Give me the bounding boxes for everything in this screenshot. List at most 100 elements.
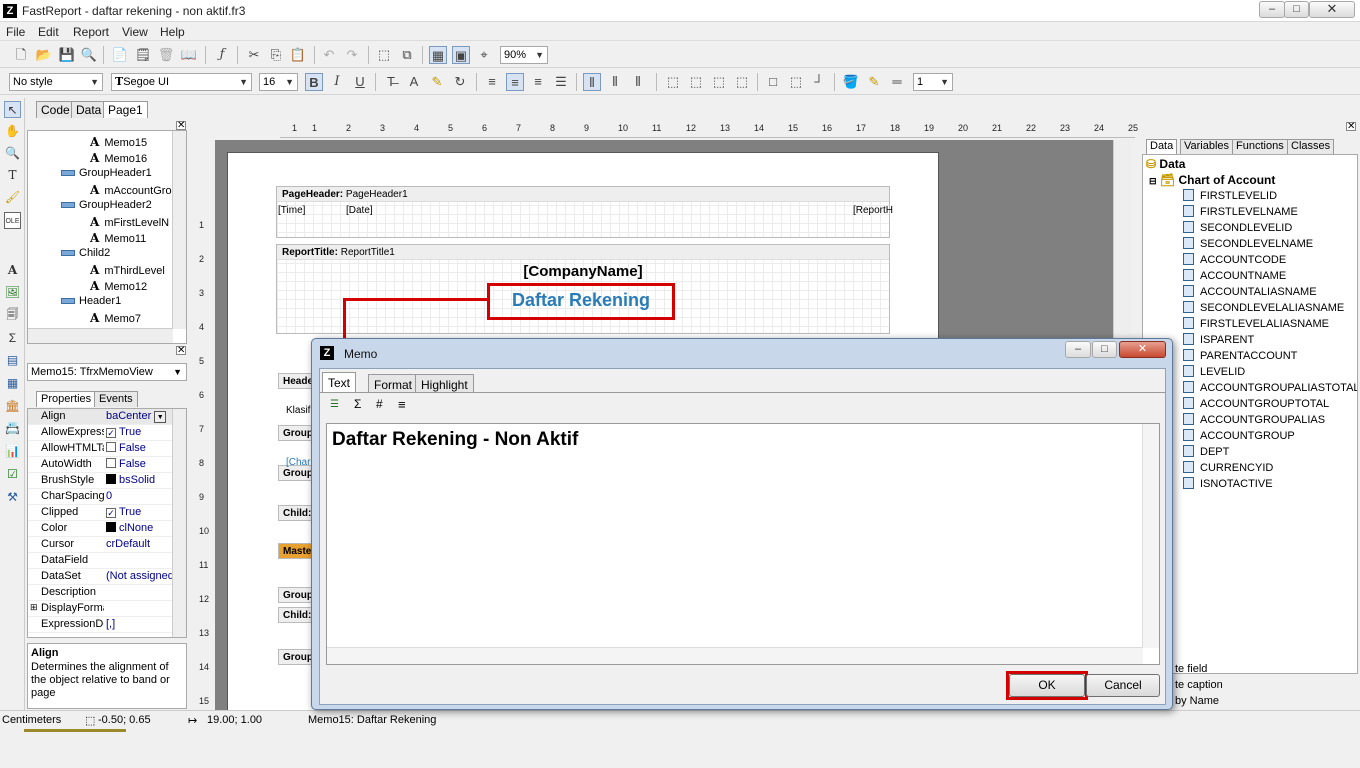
tree-node[interactable]: Child2: [61, 247, 110, 259]
save-icon[interactable]: 💾: [58, 46, 76, 64]
memo-minimize-icon[interactable]: –: [1065, 341, 1091, 358]
memo-tab-format[interactable]: Format: [368, 374, 419, 392]
minimize-icon[interactable]: –: [1259, 1, 1285, 18]
band-field[interactable]: [Char: [286, 457, 310, 468]
rich-text-icon[interactable]: 📇: [4, 420, 21, 437]
tree-node[interactable]: A Memo7: [90, 311, 141, 325]
word-wrap-icon[interactable]: ≡: [398, 397, 406, 412]
text-tool-icon[interactable]: T: [4, 167, 21, 184]
tab-classes[interactable]: Classes: [1287, 139, 1335, 154]
delete-page-icon[interactable]: 🗑: [157, 46, 175, 64]
collapse-icon[interactable]: ⊟: [1149, 176, 1157, 186]
frame-none-icon[interactable]: ⬚: [787, 73, 805, 91]
fit-to-grid-icon[interactable]: ⌖: [475, 46, 493, 64]
function-icon[interactable]: ƒ: [213, 46, 231, 64]
report-title-memo[interactable]: Daftar Rekening: [487, 283, 675, 320]
report-header-field[interactable]: [ReportH: [853, 205, 893, 216]
property-row[interactable]: Align baCenter ▼: [28, 409, 173, 425]
property-row[interactable]: BrushStyle bsSolid: [28, 473, 173, 489]
menu-help[interactable]: Help: [160, 25, 185, 39]
tree-horizontal-scrollbar[interactable]: [28, 328, 173, 343]
data-root[interactable]: ⛁ Data: [1146, 157, 1185, 171]
property-row[interactable]: ExpressionDe [,]: [28, 617, 173, 633]
tree-node[interactable]: GroupHeader2: [61, 199, 152, 211]
data-field[interactable]: ACCOUNTCODE: [1183, 253, 1286, 266]
property-row[interactable]: Cursor crDefault: [28, 537, 173, 553]
data-field[interactable]: ISNOTACTIVE: [1183, 477, 1273, 490]
barcode-object-icon[interactable]: ⚒: [4, 489, 21, 506]
align-to-grid-icon[interactable]: ▣: [452, 46, 470, 64]
data-field[interactable]: FIRSTLEVELNAME: [1183, 205, 1298, 218]
data-field[interactable]: SECONDLEVELID: [1183, 221, 1292, 234]
show-grid-icon[interactable]: ▦: [429, 46, 447, 64]
time-field[interactable]: [Time]: [278, 205, 305, 216]
new-page-icon[interactable]: 📄: [111, 46, 129, 64]
subreport-icon[interactable]: 🗐: [4, 306, 21, 323]
align-center-icon[interactable]: ≡: [506, 73, 524, 91]
property-checkbox[interactable]: ✓: [106, 428, 116, 438]
tab-functions[interactable]: Functions: [1232, 139, 1288, 154]
property-row[interactable]: Description: [28, 585, 173, 601]
insert-format-icon[interactable]: #: [376, 397, 383, 411]
memo-text-content[interactable]: Daftar Rekening - Non Aktif: [332, 429, 578, 451]
close-tree-icon[interactable]: ✕: [176, 121, 186, 131]
property-row[interactable]: Color clNone: [28, 521, 173, 537]
property-row[interactable]: ⊞ DisplayForma: [28, 601, 173, 617]
option-create-field[interactable]: te field: [1175, 663, 1207, 675]
chart-object-icon[interactable]: 🏛: [4, 398, 21, 415]
menu-report[interactable]: Report: [73, 25, 109, 39]
data-field[interactable]: ACCOUNTGROUPALIAS: [1183, 413, 1325, 426]
property-row[interactable]: DataSet (Not assigned: [28, 569, 174, 585]
data-field[interactable]: FIRSTLEVELALIASNAME: [1183, 317, 1329, 330]
tree-node[interactable]: A Memo15: [90, 135, 147, 149]
text-object-icon[interactable]: A: [4, 262, 21, 279]
tab-properties[interactable]: Properties: [36, 391, 97, 407]
zoom-combo[interactable]: 90% ▼: [500, 46, 548, 64]
tab-page1[interactable]: Page1: [103, 101, 148, 118]
property-row[interactable]: Clipped ✓ True: [28, 505, 173, 521]
frame-all-icon[interactable]: □: [764, 73, 782, 91]
tree-node[interactable]: GroupHeader1: [61, 167, 152, 179]
copy-icon[interactable]: ⎘: [267, 46, 285, 64]
bold-icon[interactable]: B: [305, 73, 323, 91]
align-middle-icon[interactable]: ⦀: [606, 73, 624, 91]
band-field[interactable]: Klasifi: [286, 405, 313, 416]
shadow-icon[interactable]: ┘: [810, 73, 828, 91]
menu-file[interactable]: File: [6, 25, 25, 39]
property-grid[interactable]: Align baCenter ▼ AllowExpress ✓ True AllowHTML…: [27, 408, 187, 638]
data-field[interactable]: FIRSTLEVELID: [1183, 189, 1277, 202]
close-inspector-icon[interactable]: ✕: [176, 346, 186, 356]
font-size-combo[interactable]: 16 ▼: [259, 73, 298, 91]
align-right-icon[interactable]: ≡: [529, 73, 547, 91]
property-row[interactable]: AllowExpress ✓ True: [28, 425, 173, 441]
page-settings-icon[interactable]: 📖: [180, 46, 198, 64]
tab-code[interactable]: Code: [36, 101, 75, 118]
close-data-tree-icon[interactable]: ✕: [1346, 122, 1356, 132]
option-create-caption[interactable]: te caption: [1175, 679, 1223, 691]
group-icon[interactable]: ⬚: [375, 46, 393, 64]
data-field[interactable]: SECONDLEVELNAME: [1183, 237, 1313, 250]
preview-icon[interactable]: 🔍: [80, 46, 98, 64]
table-object-icon[interactable]: ▦: [4, 375, 21, 392]
tree-node[interactable]: Header1: [61, 295, 121, 307]
property-row[interactable]: CharSpacing 0: [28, 489, 173, 505]
rotation-icon[interactable]: ↻: [451, 73, 469, 91]
data-field[interactable]: LEVELID: [1183, 365, 1245, 378]
properties-scrollbar[interactable]: [172, 409, 186, 637]
data-field[interactable]: DEPT: [1183, 445, 1229, 458]
object-selector[interactable]: Memo15: TfrxMemoView ▼: [27, 363, 187, 381]
align-top-icon[interactable]: ⦀: [583, 73, 601, 91]
date-field[interactable]: [Date]: [346, 205, 373, 216]
checkbox-object-icon[interactable]: ☑: [4, 466, 21, 483]
font-settings-icon[interactable]: T̶: [382, 73, 400, 91]
menu-edit[interactable]: Edit: [38, 25, 59, 39]
frame-bottom-icon[interactable]: ⬚: [687, 73, 705, 91]
tab-data[interactable]: Data: [71, 101, 107, 118]
frame-color-icon[interactable]: ✎: [865, 73, 883, 91]
property-checkbox[interactable]: ✓: [106, 508, 116, 518]
data-tree[interactable]: ⛁ Data ⊟ 🗃 Chart of Account FIRSTLEVELID…: [1142, 154, 1358, 674]
memo-horizontal-scrollbar[interactable]: [327, 647, 1143, 664]
memo-vertical-scrollbar[interactable]: [1142, 424, 1159, 648]
new-icon[interactable]: 🗋: [12, 46, 30, 64]
maximize-icon[interactable]: □: [1284, 1, 1309, 18]
